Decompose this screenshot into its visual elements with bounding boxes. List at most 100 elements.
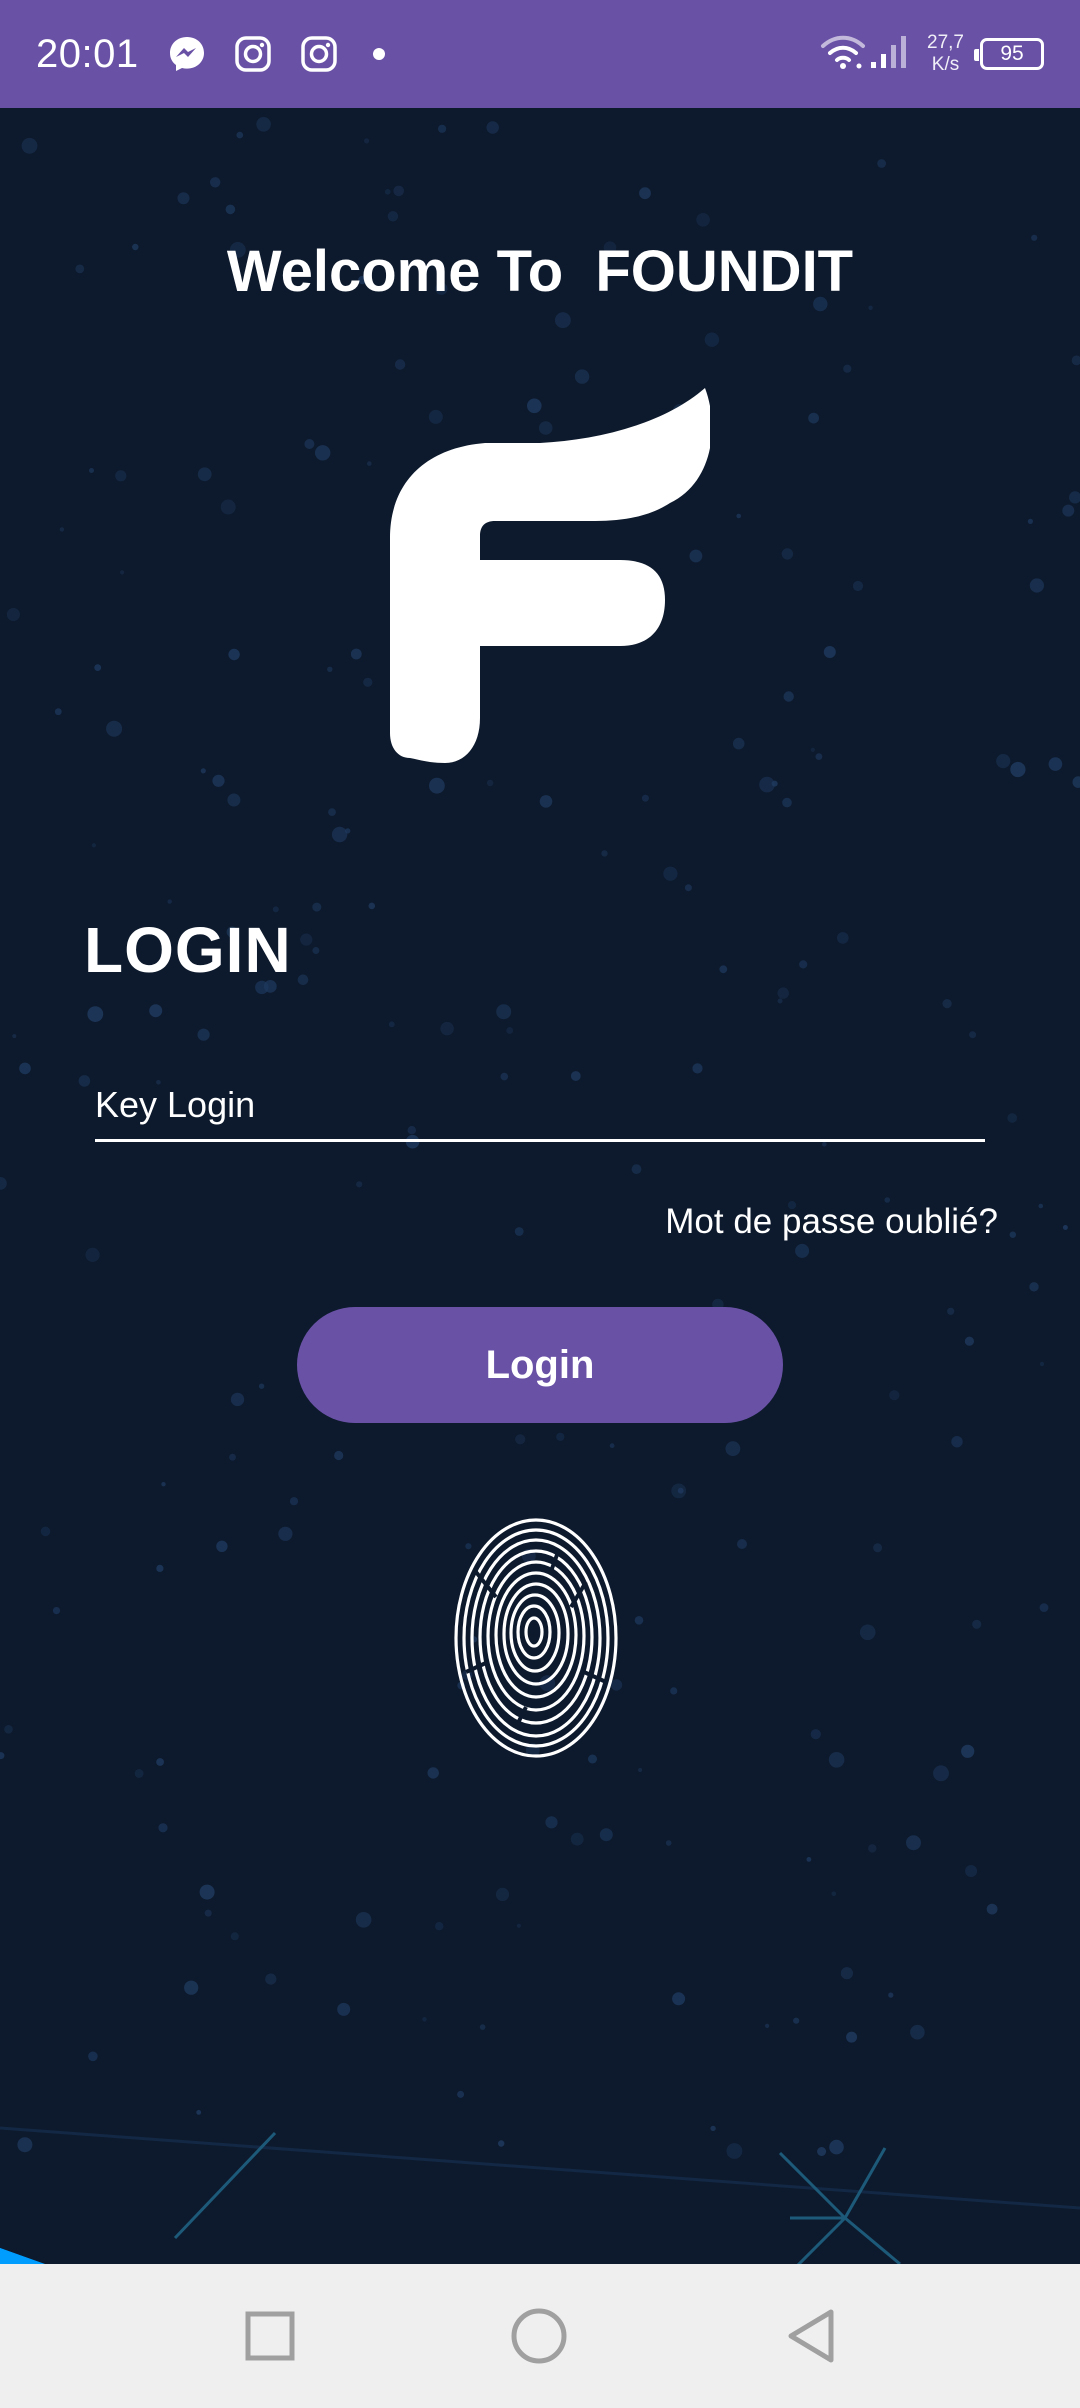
- background-dot: [59, 527, 65, 532]
- background-dot: [199, 1884, 215, 1900]
- background-dot: [94, 664, 102, 671]
- background-dot: [427, 1767, 439, 1779]
- status-time: 20:01: [36, 31, 139, 76]
- network-speed-unit: K/s: [931, 54, 960, 75]
- network-speed-value: 27,7: [927, 32, 964, 53]
- background-dot: [506, 1027, 514, 1034]
- background-dot: [495, 1887, 510, 1901]
- background-dot: [609, 1443, 615, 1449]
- home-icon[interactable]: [503, 2300, 575, 2372]
- background-dot: [315, 445, 331, 461]
- background-dot: [965, 1865, 978, 1877]
- background-dot: [496, 1004, 512, 1020]
- background-dot: [387, 211, 399, 222]
- background-dot: [167, 899, 172, 904]
- background-dot: [422, 2017, 427, 2022]
- back-icon[interactable]: [775, 2300, 847, 2372]
- background-dot: [363, 677, 373, 687]
- background-dot: [393, 185, 405, 197]
- background-dot: [78, 1075, 91, 1087]
- background-dot: [355, 1912, 372, 1928]
- background-dot: [888, 1992, 894, 1998]
- notification-dot-icon: [372, 48, 385, 60]
- background-dot: [304, 439, 315, 449]
- background-dot: [200, 768, 206, 774]
- background-dot: [4, 1725, 13, 1734]
- login-screen: 20:01 27,7 K/s 95 Welcome To FOUNDIT LOG…: [0, 0, 1080, 2408]
- background-dot: [177, 192, 190, 205]
- background-dot: [91, 843, 96, 848]
- background-dot: [684, 884, 692, 892]
- background-dot: [677, 1487, 684, 1494]
- background-dot: [556, 1432, 565, 1441]
- background-dot: [837, 932, 849, 944]
- forgot-password-link[interactable]: Mot de passe oublié?: [665, 1202, 998, 1242]
- background-dot: [1027, 518, 1033, 524]
- background-dot: [631, 1164, 642, 1174]
- background-dot: [438, 124, 447, 133]
- background-dot: [574, 369, 590, 384]
- background-dot: [265, 1973, 277, 1985]
- background-dot: [184, 1980, 199, 1995]
- background-dot: [236, 131, 244, 139]
- background-dot: [312, 947, 320, 954]
- background-dot: [106, 720, 123, 737]
- background-dot: [297, 974, 309, 986]
- fingerprint-icon[interactable]: [446, 1512, 626, 1762]
- background-dot: [868, 1844, 877, 1853]
- background-dot: [670, 1687, 678, 1695]
- background-dot: [479, 2024, 486, 2030]
- login-button[interactable]: Login: [297, 1307, 783, 1423]
- background-dot: [601, 850, 608, 857]
- background-dot: [828, 1752, 845, 1768]
- background-dot: [230, 1392, 245, 1407]
- background-dot: [227, 793, 241, 807]
- background-dot: [634, 1616, 644, 1625]
- background-dot: [696, 213, 710, 227]
- background-dot: [197, 1028, 210, 1041]
- signal-icon: [867, 32, 913, 77]
- background-dot: [331, 826, 348, 843]
- background-dot: [765, 2023, 770, 2028]
- background-dot: [6, 608, 20, 621]
- login-heading: LOGIN: [84, 914, 292, 986]
- background-dot: [115, 470, 127, 482]
- battery-level: 95: [1000, 42, 1024, 65]
- background-dot: [384, 189, 391, 195]
- background-dot: [258, 1383, 265, 1389]
- background-dot: [52, 1607, 61, 1615]
- background-dot: [486, 121, 499, 134]
- background-dot: [89, 468, 94, 473]
- background-dot: [21, 137, 38, 154]
- background-dot: [725, 1441, 741, 1457]
- background-dot: [942, 999, 952, 1009]
- background-dot: [810, 1729, 821, 1740]
- background-dot: [1071, 355, 1080, 366]
- status-bar: 20:01 27,7 K/s 95: [0, 0, 1080, 108]
- background-dot: [877, 159, 886, 168]
- background-dot: [1048, 757, 1063, 771]
- background-dot: [910, 2024, 925, 2040]
- background-dot: [1072, 776, 1080, 788]
- background-dot: [638, 1767, 643, 1773]
- background-dot: [1029, 1282, 1039, 1292]
- background-dot: [394, 359, 406, 370]
- background-dot: [312, 902, 322, 912]
- background-dot: [1039, 1361, 1045, 1367]
- background-dot: [570, 1832, 584, 1846]
- background-dot: [808, 412, 819, 424]
- background-dot: [846, 2031, 858, 2043]
- background-dot: [516, 1923, 522, 1928]
- key-login-input[interactable]: [95, 1070, 985, 1142]
- background-dot: [156, 1758, 165, 1766]
- background-dot: [672, 1992, 686, 2006]
- background-dot: [429, 777, 445, 794]
- background-dot: [87, 1006, 104, 1022]
- background-dot: [1007, 1113, 1017, 1123]
- background-dot: [782, 797, 792, 808]
- background-dot: [350, 648, 362, 660]
- recent-apps-icon[interactable]: [234, 2300, 306, 2372]
- bottom-decoration: [0, 2126, 1080, 2264]
- background-dot: [777, 998, 783, 1004]
- background-dot: [515, 1434, 526, 1445]
